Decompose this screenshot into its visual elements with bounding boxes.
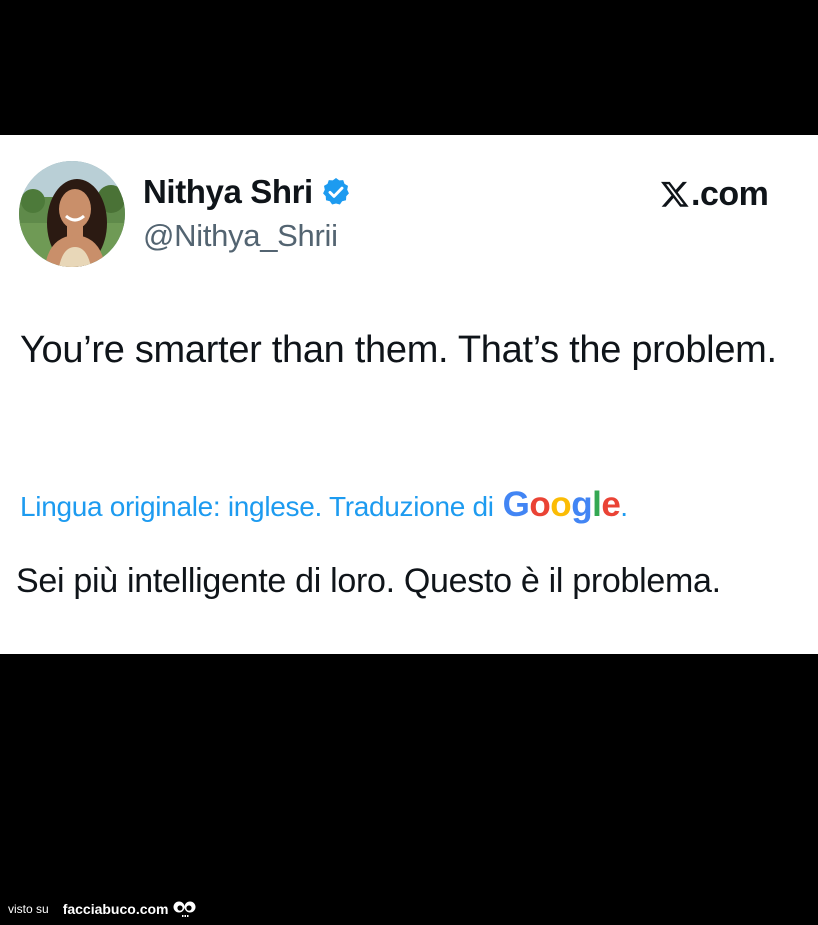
google-letter: l bbox=[592, 485, 602, 524]
author-name-row: Nithya Shri bbox=[143, 173, 352, 211]
author-name[interactable]: Nithya Shri bbox=[143, 173, 313, 211]
watermark-prefix: visto su bbox=[8, 902, 49, 916]
eyes-icon bbox=[173, 900, 197, 918]
verified-badge-icon bbox=[320, 176, 352, 208]
tweet-text: You’re smarter than them. That’s the pro… bbox=[20, 329, 777, 371]
google-letter: G bbox=[502, 485, 530, 524]
brand-suffix: .com bbox=[691, 175, 769, 213]
google-letter: o bbox=[550, 485, 572, 524]
x-brand[interactable]: .com bbox=[660, 175, 769, 213]
x-logo-icon bbox=[660, 179, 690, 209]
author-handle[interactable]: @Nithya_Shrii bbox=[143, 217, 338, 255]
translated-text: Sei più intelligente di loro. Questo è i… bbox=[16, 562, 721, 600]
avatar[interactable] bbox=[19, 161, 125, 267]
watermark[interactable]: visto su facciabuco.com bbox=[8, 900, 197, 918]
google-logo: Google bbox=[503, 483, 621, 527]
translation-punct: . bbox=[620, 491, 628, 522]
watermark-site: facciabuco.com bbox=[62, 901, 169, 917]
google-letter: e bbox=[601, 485, 621, 524]
translation-notice-label: Lingua originale: inglese. Traduzione di bbox=[20, 491, 494, 522]
translation-notice[interactable]: Lingua originale: inglese. Traduzione di… bbox=[20, 483, 628, 529]
tweet-card: Nithya Shri @Nithya_Shrii .com You’re sm… bbox=[0, 135, 818, 654]
google-letter: g bbox=[571, 485, 593, 524]
google-letter: o bbox=[529, 485, 551, 524]
